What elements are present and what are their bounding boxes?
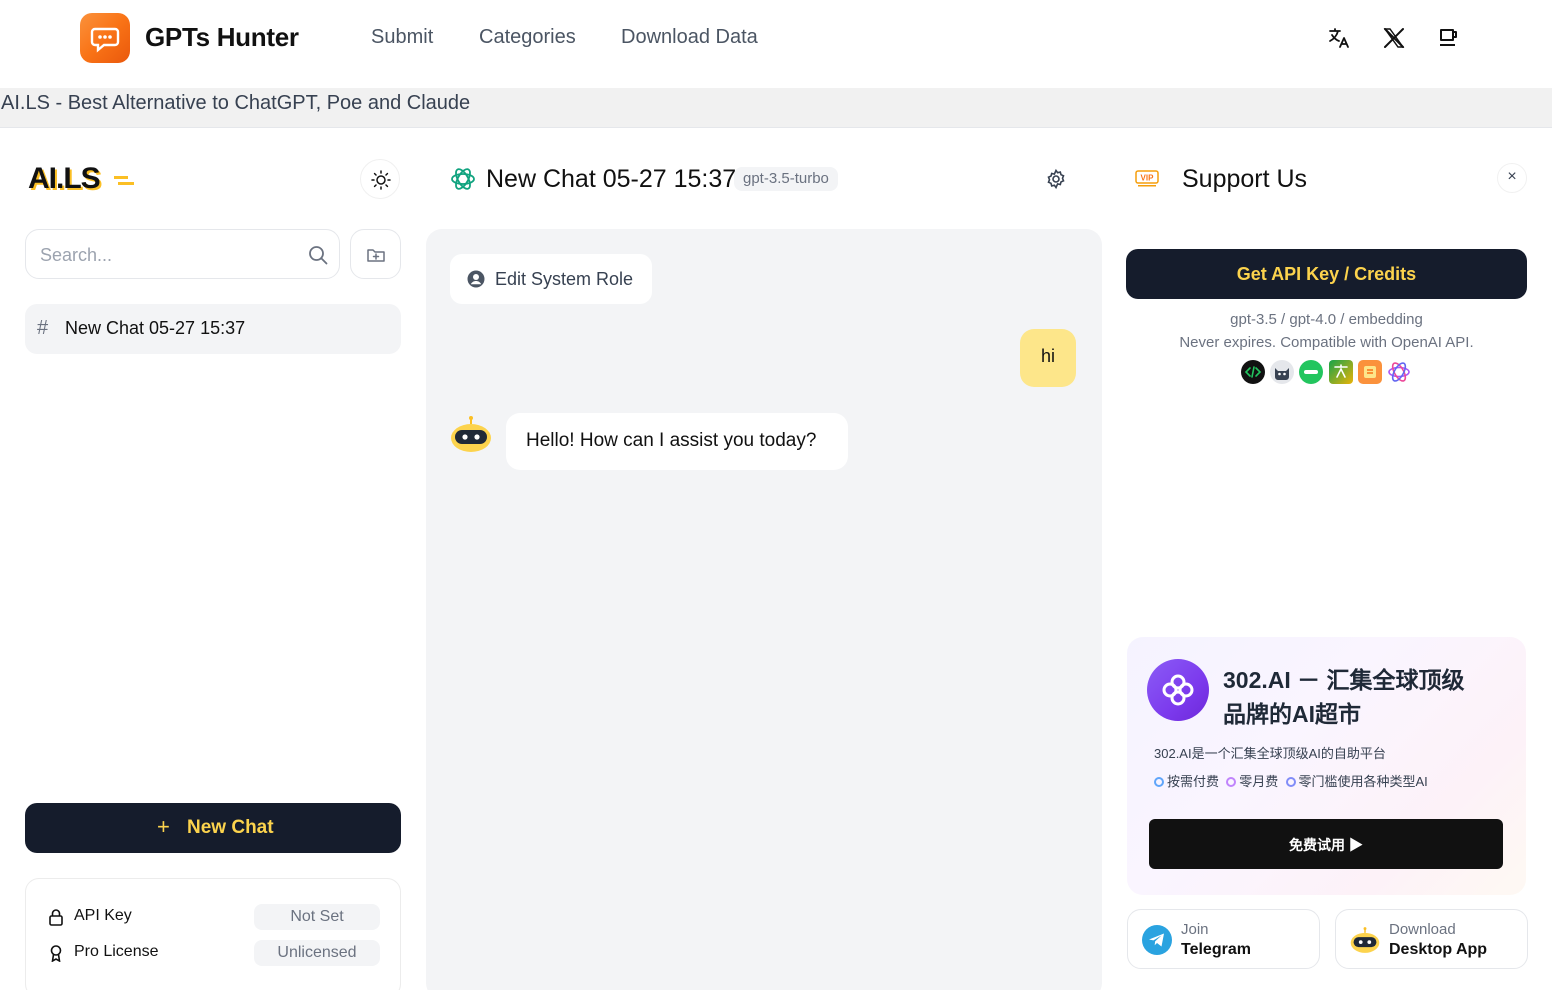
ails-logo-text: AI.LS <box>28 162 101 195</box>
bullet-icon <box>1154 777 1164 787</box>
new-chat-label: New Chat <box>187 817 274 838</box>
sun-icon <box>371 170 391 190</box>
hash-icon: # <box>37 317 49 339</box>
folder-plus-icon <box>367 249 385 262</box>
desktop-line1: Download <box>1389 921 1456 938</box>
brand-name[interactable]: GPTs Hunter <box>145 22 299 53</box>
close-button[interactable]: × <box>1497 163 1527 193</box>
plus-icon: + <box>157 814 170 839</box>
translate-icon[interactable] <box>1327 26 1351 50</box>
search-input[interactable] <box>40 242 300 268</box>
new-chat-button[interactable]: + New Chat <box>25 803 401 853</box>
nav-link-categories[interactable]: Categories <box>479 26 576 49</box>
book-app-icon[interactable] <box>1358 360 1382 384</box>
ails-logo[interactable]: AI.LS <box>28 160 138 200</box>
cat-app-icon[interactable] <box>1270 360 1294 384</box>
brand-icons-row <box>1241 360 1421 384</box>
api-note-text: Never expires. Compatible with OpenAI AP… <box>1179 334 1474 351</box>
edit-system-role-button[interactable]: Edit System Role <box>450 254 652 304</box>
telegram-line2: Telegram <box>1181 941 1251 958</box>
search-box <box>25 229 340 279</box>
bullet-icon <box>1226 777 1237 787</box>
ad-feature: 零月费 <box>1239 774 1279 789</box>
search-icon[interactable] <box>307 244 329 266</box>
telegram-line1: Join <box>1181 921 1209 938</box>
close-icon: × <box>1507 168 1517 185</box>
model-badge[interactable]: gpt-3.5-turbo <box>734 167 838 191</box>
theme-toggle-button[interactable] <box>360 159 400 199</box>
chat-app-icon[interactable] <box>1299 360 1323 384</box>
ad-feature: 按需付费 <box>1167 774 1220 789</box>
ad-title-line2: 品牌的AI超市 <box>1223 701 1361 727</box>
assistant-message-text: Hello! How can I assist you today? <box>526 430 817 451</box>
new-folder-button[interactable] <box>350 229 401 279</box>
download-desktop-card[interactable]: Download Desktop App <box>1335 909 1528 969</box>
302ai-logo-icon <box>1147 659 1209 721</box>
chat-list-item-label: New Chat 05-27 15:37 <box>65 318 246 338</box>
translate-app-icon[interactable] <box>1329 360 1353 384</box>
join-telegram-card[interactable]: Join Telegram <box>1127 909 1320 969</box>
speed-lines-icon <box>114 176 134 185</box>
support-title: Support Us <box>1182 165 1308 193</box>
pro-license-row[interactable]: Pro License Unlicensed <box>46 940 380 966</box>
license-panel: API Key Not Set Pro License Unlicensed <box>25 878 401 990</box>
page-subtitle-bar: AI.LS - Best Alternative to ChatGPT, Poe… <box>0 88 1552 128</box>
award-icon <box>50 945 62 962</box>
api-models-text: gpt-3.5 / gpt-4.0 / embedding <box>1230 311 1423 328</box>
page-subtitle: AI.LS - Best Alternative to ChatGPT, Poe… <box>1 92 471 114</box>
code-app-icon[interactable] <box>1241 360 1265 384</box>
bullet-icon <box>1285 777 1296 787</box>
top-navigation: GPTs Hunter Submit Categories Download D… <box>0 0 1552 88</box>
ad-description: 302.AI是一个汇集全球顶级AI的自助平台 <box>1154 746 1386 761</box>
vip-badge-text: VIP <box>1141 174 1155 183</box>
api-key-label: API Key <box>74 907 132 924</box>
302ai-ad-card[interactable]: 302.AI － 汇集全球顶级 品牌的AI超市 302.AI是一个汇集全球顶级A… <box>1127 637 1526 895</box>
user-circle-icon <box>467 270 485 288</box>
ad-title-line1: 302.AI － 汇集全球顶级 <box>1223 667 1465 693</box>
telegram-icon <box>1142 925 1172 955</box>
assistant-message: Hello! How can I assist you today? <box>506 413 848 470</box>
vip-icon: VIP <box>1135 170 1159 187</box>
coffee-icon[interactable] <box>1437 26 1461 50</box>
pro-license-label: Pro License <box>74 943 159 960</box>
x-twitter-icon[interactable] <box>1382 26 1406 50</box>
chat-messages-panel: Edit System Role hi Hello! How can I ass… <box>426 229 1102 990</box>
user-message: hi <box>1020 329 1076 387</box>
api-key-status[interactable]: Not Set <box>254 904 380 930</box>
gear-icon[interactable] <box>1045 168 1067 190</box>
nav-link-download-data[interactable]: Download Data <box>621 26 758 49</box>
openai-icon <box>451 168 475 190</box>
pro-license-status[interactable]: Unlicensed <box>254 940 380 966</box>
edit-system-role-label: Edit System Role <box>495 269 634 289</box>
desktop-line2: Desktop App <box>1389 941 1488 958</box>
ad-feature: 零门槛使用各种类型AI <box>1298 774 1428 789</box>
free-trial-button[interactable]: 免费试用 ▶ <box>1149 819 1503 869</box>
chat-title[interactable]: New Chat 05-27 15:37 <box>486 165 736 194</box>
api-key-row[interactable]: API Key Not Set <box>46 904 380 930</box>
openai-icon[interactable] <box>1387 360 1411 384</box>
user-message-text: hi <box>1040 346 1055 366</box>
gpts-hunter-logo-icon[interactable] <box>80 13 130 63</box>
chat-list-item[interactable]: # New Chat 05-27 15:37 <box>25 304 401 354</box>
free-trial-label: 免费试用 ▶ <box>1289 837 1363 853</box>
nav-link-submit[interactable]: Submit <box>371 26 433 49</box>
ad-features: 按需付费 零月费 零门槛使用各种类型AI <box>1154 771 1428 790</box>
robot-avatar-icon <box>451 416 491 452</box>
get-api-key-button[interactable]: Get API Key / Credits <box>1126 249 1527 299</box>
get-api-key-label: Get API Key / Credits <box>1236 264 1417 284</box>
robot-avatar-icon <box>1350 927 1380 953</box>
lock-icon <box>49 909 63 926</box>
